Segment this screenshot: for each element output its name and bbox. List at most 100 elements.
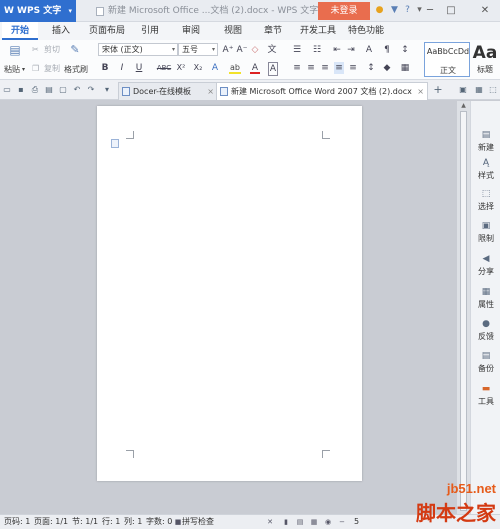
tab-view[interactable]: 视图	[218, 22, 248, 40]
border-icon[interactable]: ▦	[400, 62, 410, 74]
highlight-button[interactable]: ab	[229, 62, 241, 74]
chevron-down-icon: ▾	[68, 7, 72, 15]
vertical-scrollbar[interactable]: ▲	[457, 101, 470, 514]
chevron-down-icon: ▾	[171, 46, 175, 53]
chevron-down-icon: ▾	[211, 46, 215, 53]
scroll-up-icon[interactable]: ▲	[457, 101, 470, 110]
style-normal[interactable]: AaBbCcDd 正文	[424, 42, 470, 77]
sidebar-item-select[interactable]: ⬚ 选择	[471, 188, 500, 218]
numbered-list-icon[interactable]: ☷	[312, 44, 322, 56]
justify-icon[interactable]: ≡	[334, 62, 344, 74]
skin-icon[interactable]: ●	[374, 5, 385, 16]
document-page[interactable]	[97, 106, 362, 481]
scissors-icon: ✂	[32, 45, 39, 54]
superscript-button[interactable]: X²	[175, 62, 187, 74]
zoom-level[interactable]: 5	[354, 515, 359, 529]
toolbox-icon: ▬	[481, 384, 491, 394]
line-spacing-icon[interactable]: ↕	[364, 62, 378, 74]
spell-check-button[interactable]: 拼写检查	[182, 515, 214, 529]
close-button[interactable]: ✕	[470, 0, 500, 22]
cut-button[interactable]: 剪切	[44, 44, 60, 56]
tab-current-document[interactable]: 新建 Microsoft Office Word 2007 文档 (2).doc…	[216, 82, 428, 100]
font-color-button[interactable]: A	[250, 62, 260, 74]
status-word-count[interactable]: 字数: 0	[146, 515, 172, 529]
chevron-down-icon[interactable]: ▾	[102, 84, 112, 95]
chinese-layout-icon[interactable]: A	[364, 44, 374, 56]
pinyin-button[interactable]: 文	[266, 44, 278, 56]
full-screen-view-icon[interactable]: ◉	[324, 518, 332, 526]
save-icon[interactable]: ▪	[16, 84, 26, 95]
paragraph-mark-icon[interactable]: ¶	[382, 44, 392, 56]
new-tab-button[interactable]: +	[433, 84, 443, 95]
tab-special[interactable]: 特色功能	[345, 22, 387, 40]
sidebar-item-label: 反馈	[478, 332, 494, 341]
distribute-icon[interactable]: ≡	[348, 62, 358, 74]
grid-icon[interactable]: ▦	[474, 84, 484, 95]
shading-icon[interactable]: ◆	[382, 62, 392, 74]
tab-page-layout[interactable]: 页面布局	[86, 22, 128, 40]
minimize-button[interactable]: ─	[420, 0, 440, 22]
format-painter-button[interactable]: 格式刷	[64, 64, 88, 76]
sidebar-item-restrict[interactable]: ▣ 限制	[471, 220, 500, 250]
tab-home[interactable]: 开始	[2, 22, 38, 40]
align-left-icon[interactable]: ≡	[292, 62, 302, 74]
spell-check-icon: ■	[174, 518, 182, 526]
sort-icon[interactable]: ↕	[400, 44, 410, 56]
fullscreen-icon[interactable]: ⬚	[488, 84, 498, 95]
close-icon[interactable]: ×	[207, 83, 214, 100]
sidebar-item-share[interactable]: ◀ 分享	[471, 253, 500, 283]
document-canvas[interactable]	[0, 101, 456, 514]
maximize-button[interactable]: □	[441, 0, 461, 22]
folder-icon[interactable]: ▭	[2, 84, 12, 95]
tab-references[interactable]: 引用	[136, 22, 164, 40]
export-icon[interactable]: ▢	[58, 84, 68, 95]
clear-format-button[interactable]: ◇	[250, 44, 260, 56]
outdent-icon[interactable]: ⇤	[332, 44, 342, 56]
italic-button[interactable]: I	[117, 62, 127, 74]
align-center-icon[interactable]: ≡	[306, 62, 316, 74]
sidebar-item-property[interactable]: ▦ 属性	[471, 286, 500, 316]
app-menu-button[interactable]: W WPS 文字 ▾	[0, 0, 76, 22]
sidebar-item-tools[interactable]: ▬ 工具	[471, 383, 500, 413]
style-heading[interactable]: Aa 标题	[472, 42, 498, 77]
tab-developer[interactable]: 开发工具	[296, 22, 340, 40]
sidebar-item-new[interactable]: ▤ 新建	[471, 129, 500, 159]
copy-button[interactable]: 复制	[44, 63, 60, 75]
tab-chapter[interactable]: 章节	[258, 22, 288, 40]
web-view-icon[interactable]: ▦	[310, 518, 318, 526]
tab-docer-templates[interactable]: Docer-在线模板 ×	[118, 82, 218, 100]
read-mode-icon[interactable]: ✕	[266, 518, 274, 526]
shirt-icon[interactable]: ▼	[389, 5, 400, 16]
font-name-select[interactable]: 宋体 (正文) ▾	[98, 43, 178, 56]
zoom-out-icon[interactable]: −	[338, 518, 346, 526]
sidebar-item-style[interactable]: Ą 样式	[471, 157, 500, 187]
close-icon[interactable]: ×	[417, 83, 424, 100]
login-button[interactable]: 未登录	[318, 2, 370, 20]
outline-view-icon[interactable]: ▤	[296, 518, 304, 526]
page-view-icon[interactable]: ▮	[282, 518, 290, 526]
sidebar-item-feedback[interactable]: ● 反馈	[471, 318, 500, 348]
undo-icon[interactable]: ↶	[72, 84, 82, 95]
scroll-thumb[interactable]	[460, 111, 467, 511]
char-border-button[interactable]: A	[268, 62, 278, 76]
sidebar-item-backup[interactable]: ▤ 备份	[471, 350, 500, 380]
font-size-select[interactable]: 五号 ▾	[178, 43, 218, 56]
shrink-font-button[interactable]: A⁻	[236, 44, 248, 56]
indent-icon[interactable]: ⇥	[346, 44, 356, 56]
subscript-button[interactable]: X₂	[192, 62, 204, 74]
bold-button[interactable]: B	[100, 62, 110, 74]
preview-icon[interactable]: ▤	[44, 84, 54, 95]
print-icon[interactable]: ⎙	[30, 84, 40, 95]
layout-icon[interactable]: ▣	[458, 84, 468, 95]
redo-icon[interactable]: ↷	[86, 84, 96, 95]
align-right-icon[interactable]: ≡	[320, 62, 330, 74]
tab-insert[interactable]: 插入	[46, 22, 76, 40]
help-icon[interactable]: ?	[402, 5, 413, 16]
underline-button[interactable]: U	[134, 62, 144, 74]
paste-button[interactable]: 粘贴	[4, 64, 20, 76]
tab-review[interactable]: 审阅	[176, 22, 206, 40]
bullet-list-icon[interactable]: ☰	[292, 44, 302, 56]
strikethrough-button[interactable]: ABC	[155, 62, 173, 74]
grow-font-button[interactable]: A⁺	[222, 44, 234, 56]
text-effect-button[interactable]: A	[210, 62, 220, 74]
